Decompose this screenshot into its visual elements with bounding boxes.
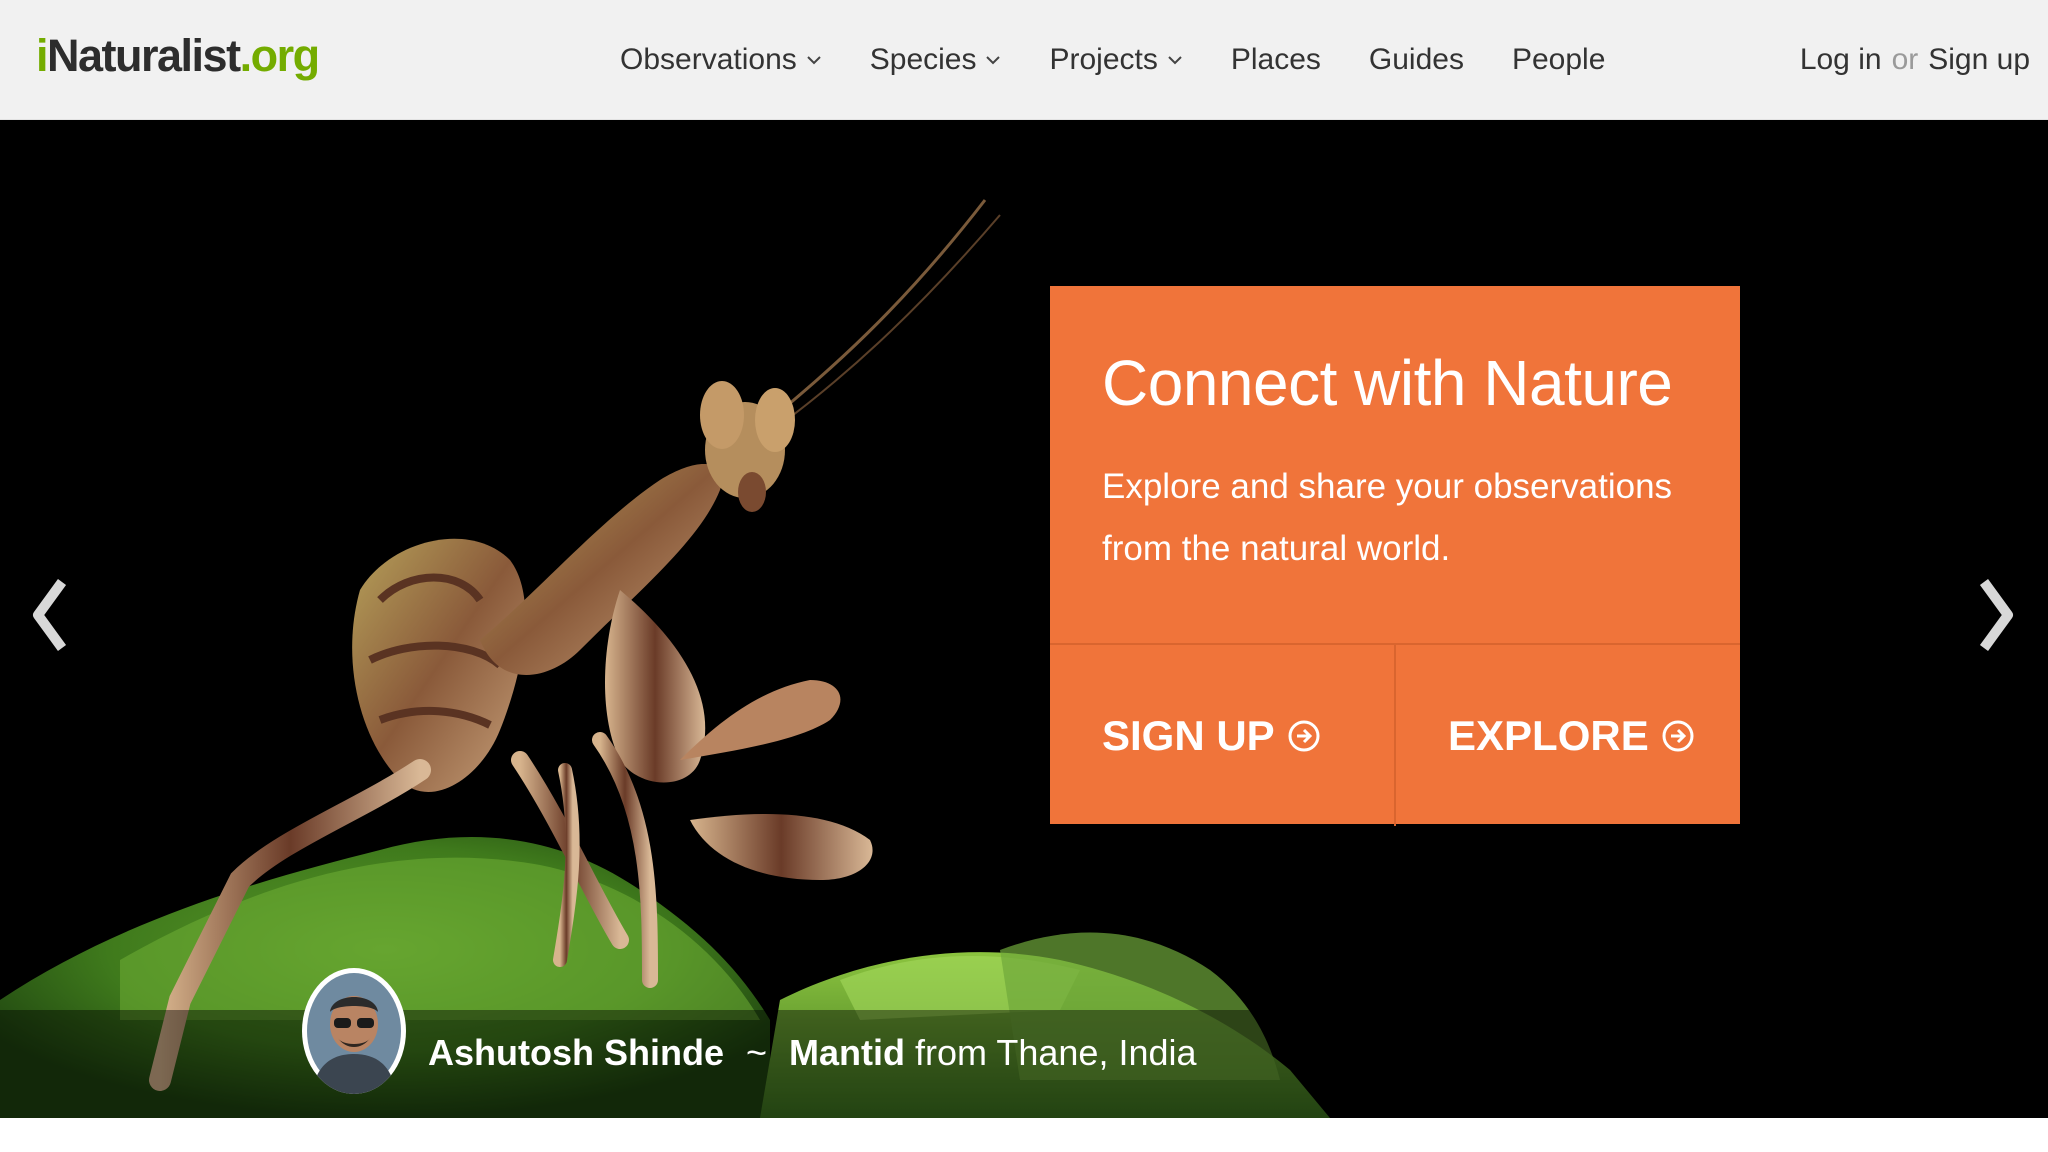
circle-arrow-right-icon <box>1288 720 1320 751</box>
nav-species[interactable]: Species <box>870 43 1002 77</box>
carousel-next-button[interactable] <box>1966 560 2026 670</box>
sign-up-label: SIGN UP <box>1102 711 1275 759</box>
chevron-down-icon <box>807 56 821 65</box>
chevron-left-icon <box>33 579 67 651</box>
nav-observations[interactable]: Observations <box>620 43 822 77</box>
nav-projects[interactable]: Projects <box>1049 43 1182 77</box>
chevron-down-icon <box>1168 56 1182 65</box>
hero-carousel: Connect with Nature Explore and share yo… <box>0 120 2048 1118</box>
caption-separator: ~ <box>746 1032 768 1073</box>
logo-suffix: .org <box>239 30 321 81</box>
caption-location: from Thane, India <box>915 1032 1197 1073</box>
nav-people-label: People <box>1511 43 1606 76</box>
observer-avatar-image <box>307 973 401 1094</box>
photo-caption: Ashutosh Shinde ~ Mantid from Thane, Ind… <box>428 1032 1197 1074</box>
page: iNaturalist.org Observations Species Pro… <box>0 0 2048 1152</box>
nav-people[interactable]: People <box>1512 43 1605 77</box>
circle-arrow-right-icon <box>1662 720 1694 751</box>
nav-places-label: Places <box>1230 43 1321 76</box>
nav-projects-label: Projects <box>1049 43 1158 76</box>
explore-label: EXPLORE <box>1448 711 1649 759</box>
main-nav: Observations Species Projects Places Gui… <box>620 0 1653 120</box>
top-header: iNaturalist.org Observations Species Pro… <box>0 0 2048 120</box>
connect-with-nature-panel: Connect with Nature Explore and share yo… <box>1050 286 1740 826</box>
sign-up-button[interactable]: SIGN UP <box>1050 645 1394 826</box>
inaturalist-logo[interactable]: iNaturalist.org <box>36 22 321 90</box>
nav-species-label: Species <box>869 43 977 76</box>
chevron-right-icon <box>1979 579 2013 651</box>
caption-taxon: Mantid <box>789 1032 906 1073</box>
page-bottom-strip <box>0 1118 2048 1152</box>
observer-name-link[interactable]: Ashutosh Shinde <box>428 1032 724 1074</box>
logo-prefix: i <box>36 30 49 81</box>
hero-photo-mantid <box>0 199 1330 1118</box>
nav-observations-label: Observations <box>620 43 797 76</box>
hero-title: Connect with Nature <box>1102 347 1673 419</box>
nav-guides-label: Guides <box>1368 43 1464 76</box>
chevron-down-icon <box>986 56 1001 65</box>
login-link[interactable]: Log in <box>1800 43 1882 77</box>
observer-avatar[interactable] <box>302 968 406 1094</box>
signup-link[interactable]: Sign up <box>1928 43 2030 77</box>
carousel-prev-button[interactable] <box>20 560 80 670</box>
hero-subtitle: Explore and share your observations from… <box>1102 467 1673 568</box>
cta-actions: SIGN UP EXPLORE <box>1050 643 1740 826</box>
logo-main: Naturalist <box>47 30 241 81</box>
auth-links: Log in or Sign up <box>1800 0 2030 120</box>
nav-places[interactable]: Places <box>1231 43 1321 77</box>
nav-guides[interactable]: Guides <box>1369 43 1464 77</box>
explore-button[interactable]: EXPLORE <box>1394 645 1740 826</box>
auth-or-text: or <box>1891 43 1919 76</box>
